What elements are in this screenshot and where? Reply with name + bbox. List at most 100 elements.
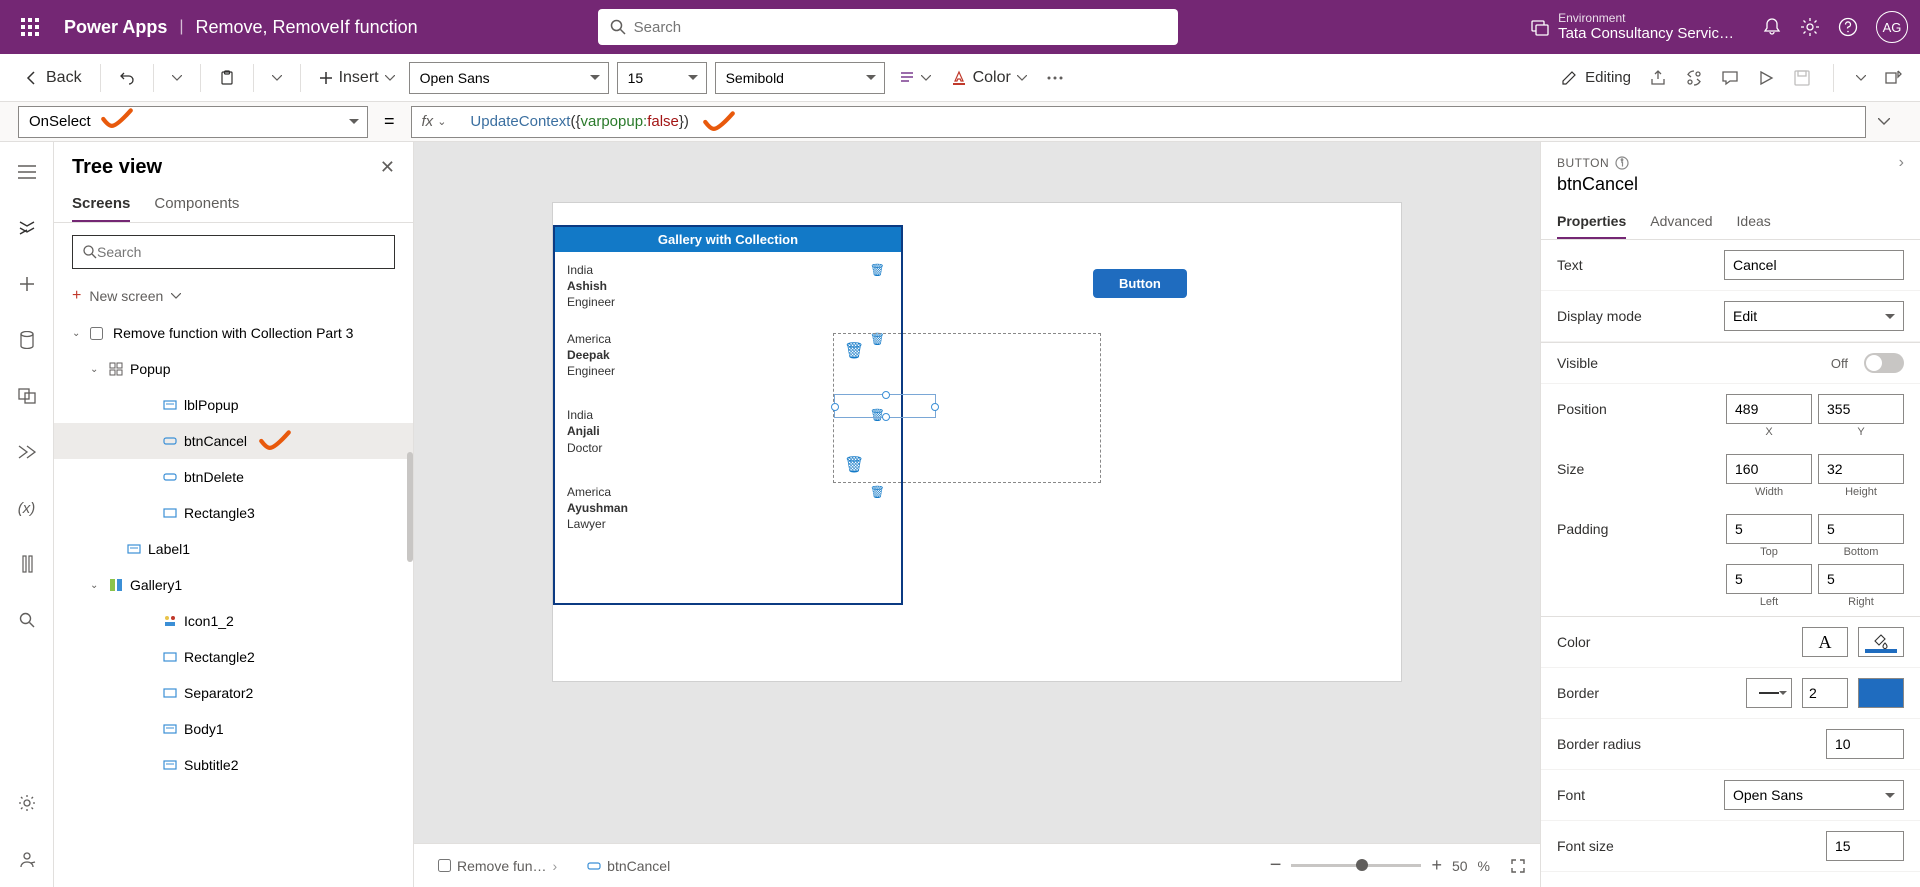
resize-handle[interactable] (831, 403, 839, 411)
environment-picker[interactable]: Environment Tata Consultancy Servic… (1530, 11, 1734, 43)
help-icon[interactable] (1838, 17, 1858, 37)
expand-props[interactable]: › (1899, 154, 1904, 172)
settings-rail-button[interactable] (9, 785, 45, 821)
tree-item-btndelete[interactable]: btnDelete (54, 459, 413, 495)
comments-icon[interactable] (1721, 69, 1739, 87)
screen-checkbox[interactable] (90, 327, 103, 340)
insert-button[interactable]: Insert (313, 65, 401, 91)
tab-ideas[interactable]: Ideas (1737, 205, 1771, 239)
formula-expand[interactable] (1866, 118, 1902, 126)
zoom-in[interactable]: + (1431, 855, 1442, 876)
resize-handle[interactable] (882, 391, 890, 399)
font-size-input[interactable] (1826, 831, 1904, 861)
user-avatar[interactable]: AG (1876, 11, 1908, 43)
border-width-input[interactable] (1802, 678, 1848, 708)
trash-icon[interactable]: 🗑 (870, 484, 885, 500)
pos-x-input[interactable] (1726, 394, 1812, 424)
settings-icon[interactable] (1800, 17, 1820, 37)
font-color-button[interactable]: Color (945, 65, 1033, 91)
resize-handle[interactable] (882, 413, 890, 421)
canvas-button-control[interactable]: Button (1093, 269, 1187, 298)
font-family-select[interactable]: Open Sans (409, 62, 609, 94)
power-automate-button[interactable] (9, 434, 45, 470)
preview-icon[interactable] (1757, 69, 1775, 87)
close-tree-button[interactable]: ✕ (380, 157, 395, 178)
pad-bottom-input[interactable] (1818, 514, 1904, 544)
paste-dropdown[interactable] (266, 71, 288, 85)
waffle-icon[interactable] (12, 9, 48, 45)
more-button[interactable] (1041, 72, 1069, 84)
resize-handle[interactable] (931, 403, 939, 411)
tree-item-separator2[interactable]: Separator2 (54, 675, 413, 711)
checker-icon[interactable] (1685, 69, 1703, 87)
tree-item-gallery1[interactable]: ⌄Gallery1 (54, 567, 413, 603)
tab-screens[interactable]: Screens (72, 187, 130, 222)
search-input[interactable] (634, 19, 1166, 36)
height-input[interactable] (1818, 454, 1904, 484)
font-size-select[interactable]: 15 (617, 62, 707, 94)
popup-group[interactable]: 🗑 🗑 (833, 333, 1101, 483)
pad-left-input[interactable] (1726, 564, 1812, 594)
tree-item-screen[interactable]: ⌄Remove function with Collection Part 3 (54, 315, 413, 351)
pad-top-input[interactable] (1726, 514, 1812, 544)
paste-button[interactable] (213, 66, 241, 90)
font-select[interactable]: Open Sans (1724, 780, 1904, 810)
formula-input[interactable]: fx ⌄ UpdateContext({varpopup: false}) (411, 106, 1866, 138)
trash-icon[interactable]: 🗑 (844, 341, 864, 361)
pos-y-input[interactable] (1818, 394, 1904, 424)
search-rail-button[interactable] (9, 602, 45, 638)
media-rail-button[interactable] (9, 378, 45, 414)
tree-item-subtitle2[interactable]: Subtitle2 (54, 747, 413, 783)
app-screen[interactable]: Gallery with Collection India Ashish Eng… (552, 202, 1402, 682)
data-rail-button[interactable] (9, 322, 45, 358)
pad-right-input[interactable] (1818, 564, 1904, 594)
tools-button[interactable] (9, 546, 45, 582)
font-color-button[interactable]: A (1802, 627, 1848, 657)
editing-mode[interactable]: Editing (1561, 69, 1631, 86)
tree-item-icon1-2[interactable]: Icon1_2 (54, 603, 413, 639)
border-radius-input[interactable] (1826, 729, 1904, 759)
publish-icon[interactable] (1884, 69, 1902, 87)
publish-chevron-icon[interactable] (1856, 75, 1866, 81)
back-button[interactable]: Back (18, 65, 88, 91)
selected-control-btncancel[interactable] (834, 394, 936, 418)
fill-color-button[interactable] (1858, 627, 1904, 657)
tree-search-input[interactable] (97, 244, 384, 260)
tree-item-lblpopup[interactable]: lblPopup (54, 387, 413, 423)
border-color-button[interactable] (1858, 678, 1904, 708)
tree-item-body1[interactable]: Body1 (54, 711, 413, 747)
display-mode-select[interactable]: Edit (1724, 301, 1904, 331)
tree-search[interactable] (72, 235, 395, 269)
visible-toggle[interactable] (1864, 353, 1904, 373)
share-icon[interactable] (1649, 69, 1667, 87)
trash-icon[interactable]: 🗑 (870, 262, 885, 278)
text-input[interactable] (1724, 250, 1904, 280)
tree-item-rectangle2[interactable]: Rectangle2 (54, 639, 413, 675)
tab-advanced[interactable]: Advanced (1650, 205, 1712, 239)
tree-scrollbar[interactable] (407, 452, 413, 562)
tree-item-popup[interactable]: ⌄Popup (54, 351, 413, 387)
variables-button[interactable]: (x) (9, 490, 45, 526)
new-screen-button[interactable]: + New screen (54, 281, 413, 315)
gallery-row[interactable]: India Ashish Engineer 🗑 (555, 252, 901, 321)
zoom-out[interactable]: − (1270, 854, 1282, 877)
global-search[interactable] (598, 9, 1178, 45)
insert-rail-button[interactable] (9, 266, 45, 302)
property-selector[interactable]: OnSelect (18, 106, 368, 138)
align-button[interactable] (893, 66, 937, 90)
trash-icon[interactable]: 🗑 (844, 455, 864, 475)
tree-item-label1[interactable]: Label1 (54, 531, 413, 567)
save-icon[interactable] (1793, 69, 1811, 87)
border-style-select[interactable] (1746, 678, 1792, 708)
zoom-slider[interactable] (1291, 864, 1421, 867)
ask-rail-button[interactable] (9, 841, 45, 877)
undo-button[interactable] (113, 66, 141, 90)
tree-view-button[interactable] (9, 210, 45, 246)
tree-item-btncancel[interactable]: btnCancel (54, 423, 413, 459)
breadcrumb-control[interactable]: btnCancel (577, 854, 680, 878)
canvas-viewport[interactable]: Gallery with Collection India Ashish Eng… (414, 142, 1540, 843)
fit-icon[interactable] (1510, 858, 1526, 874)
font-weight-select[interactable]: Semibold (715, 62, 885, 94)
tab-components[interactable]: Components (154, 187, 239, 222)
width-input[interactable] (1726, 454, 1812, 484)
